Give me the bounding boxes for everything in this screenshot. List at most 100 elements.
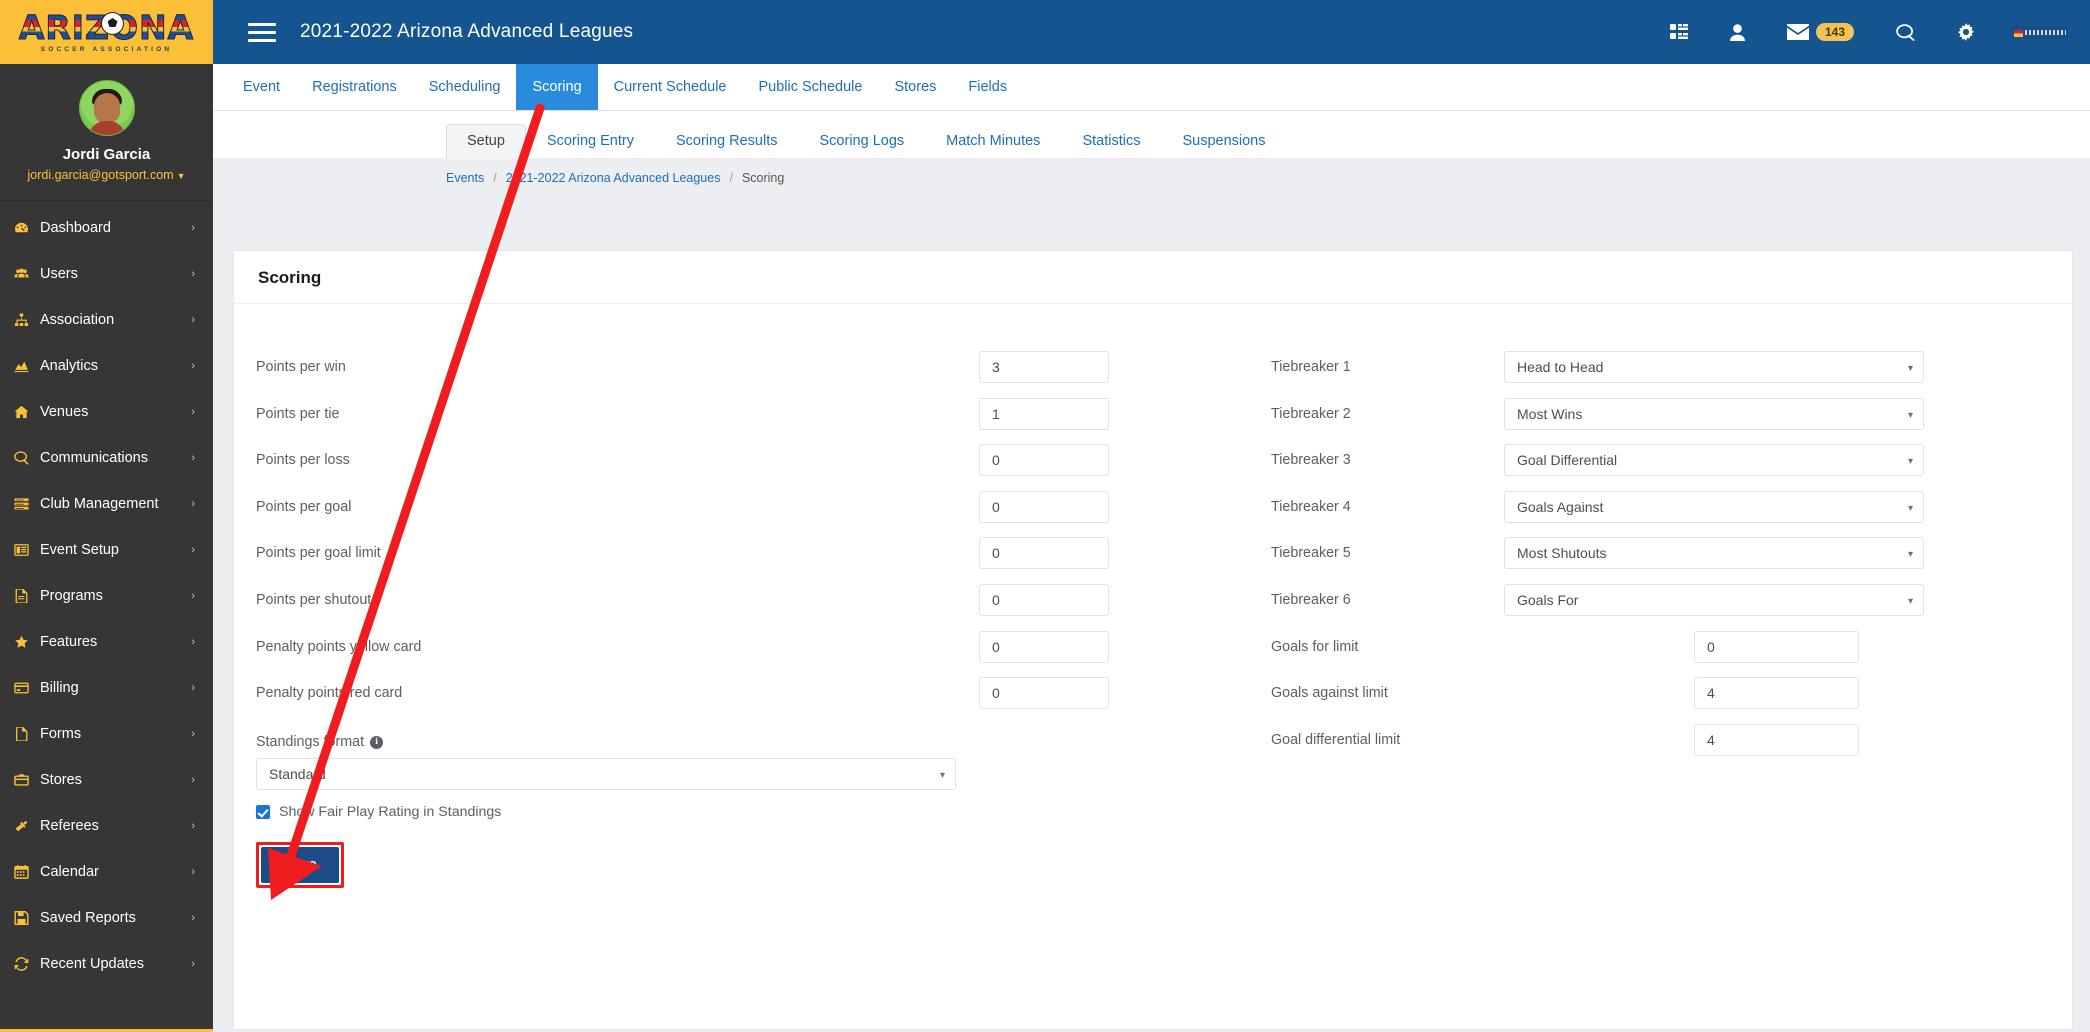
sidebar-item-event-setup[interactable]: Event Setup › [0, 527, 213, 573]
standings-format-label-text: Standings format [256, 734, 365, 750]
gear-icon[interactable] [1936, 23, 1996, 41]
gavel-icon [14, 819, 40, 833]
profile-email-text: jordi.garcia@gotsport.com [27, 168, 174, 182]
sidebar-item-dashboard[interactable]: Dashboard › [0, 205, 213, 251]
input-goal-differential-limit[interactable] [1694, 723, 1859, 756]
save-button[interactable]: Save [261, 847, 339, 883]
sidebar-item-venues[interactable]: Venues › [0, 389, 213, 435]
chevron-right-icon: › [191, 912, 195, 924]
sidebar-item-association[interactable]: Association › [0, 297, 213, 343]
brand-logo[interactable]: ARIZONA SOCCER ASSOCIATION [0, 0, 213, 64]
main-tab-event[interactable]: Event [227, 64, 296, 110]
hamburger-icon[interactable] [248, 22, 276, 42]
select-tiebreaker-6[interactable]: Goals For [1504, 584, 1924, 616]
user-icon[interactable] [1709, 23, 1766, 41]
input-points-per-tie[interactable] [979, 397, 1109, 430]
fair-play-checkbox[interactable] [256, 805, 270, 819]
sub-tab-setup[interactable]: Setup [446, 124, 526, 159]
sidebar-item-calendar[interactable]: Calendar › [0, 849, 213, 895]
label-goals-for-limit: Goals for limit [1271, 631, 1358, 663]
label-text: Goals against limit [1271, 685, 1388, 702]
input-points-per-win[interactable] [979, 351, 1109, 383]
arizona-logo-icon[interactable] [2012, 25, 2068, 39]
label-text: Penalty points yellow card [256, 638, 422, 655]
field-wrap-points-per-goal [979, 490, 1109, 523]
input-points-per-goal-limit[interactable] [979, 537, 1109, 570]
sub-tab-scoring-entry[interactable]: Scoring Entry [526, 124, 655, 159]
card-title: Scoring [258, 268, 322, 287]
input-goals-for-limit[interactable] [1694, 630, 1859, 663]
select-wrap-tiebreaker-3: Goal Differential ▾ [1504, 444, 1924, 477]
field-wrap-penalty-points-yellow-card [979, 630, 1109, 663]
info-icon[interactable]: i [370, 735, 384, 749]
select-wrap-tiebreaker-4: Goals Against ▾ [1504, 490, 1924, 523]
sidebar-item-features[interactable]: Features › [0, 619, 213, 665]
refresh-icon [14, 957, 40, 971]
main-nav-tabs: Event Registrations Scheduling Scoring Curre… [213, 64, 2090, 111]
chat-icon[interactable] [1875, 23, 1936, 41]
breadcrumb-item-0[interactable]: Events [446, 171, 484, 185]
soccer-ball-icon [100, 12, 124, 35]
sidebar-item-communications[interactable]: Communications › [0, 435, 213, 481]
chevron-right-icon: › [191, 682, 195, 694]
sidebar-item-saved-reports[interactable]: Saved Reports › [0, 895, 213, 941]
sidebar: ARIZONA SOCCER ASSOCIATION Jordi Garcia … [0, 0, 213, 1032]
sidebar-item-label: Communications [40, 450, 148, 466]
input-goals-against-limit[interactable] [1694, 677, 1859, 710]
sidebar-item-analytics[interactable]: Analytics › [0, 343, 213, 389]
mail-badge: 143 [1815, 23, 1854, 41]
profile-email-menu[interactable]: jordi.garcia@gotsport.com ▼ [0, 168, 213, 182]
sub-tab-suspensions[interactable]: Suspensions [1161, 124, 1286, 159]
input-penalty-points-red-card[interactable] [979, 677, 1109, 710]
input-points-per-shutout[interactable] [979, 584, 1109, 616]
sidebar-item-label: Stores [40, 772, 82, 788]
sidebar-item-label: Venues [40, 404, 89, 420]
avatar[interactable] [78, 80, 135, 136]
main-tab-stores[interactable]: Stores [878, 64, 952, 110]
sub-tab-match-minutes[interactable]: Match Minutes [925, 124, 1061, 159]
grid-icon[interactable] [1649, 24, 1709, 40]
mail-icon[interactable]: 143 [1766, 23, 1875, 41]
select-tiebreaker-4[interactable]: Goals Against [1504, 490, 1924, 523]
main-tab-fields[interactable]: Fields [952, 64, 1023, 110]
field-wrap-points-per-loss [979, 444, 1109, 477]
fair-play-checkbox-row[interactable]: Show Fair Play Rating in Standings [256, 804, 501, 820]
sub-tab-scoring-logs[interactable]: Scoring Logs [799, 124, 926, 159]
label-text: Points per win [256, 359, 346, 375]
card-header: Scoring [234, 251, 2072, 304]
fair-play-label: Show Fair Play Rating in Standings [279, 804, 502, 820]
save-button-highlight: Save [256, 842, 344, 888]
label-text: Tiebreaker 3 [1271, 452, 1351, 469]
input-points-per-goal[interactable] [979, 490, 1109, 523]
input-penalty-points-yellow-card[interactable] [979, 630, 1109, 663]
main-tab-scoring[interactable]: Scoring [516, 64, 598, 110]
breadcrumb-item-1[interactable]: 2021-2022 Arizona Advanced Leagues [506, 171, 721, 185]
label-goals-against-limit: Goals against limit [1271, 677, 1388, 709]
input-points-per-loss[interactable] [979, 444, 1109, 477]
field-wrap-penalty-points-red-card [979, 677, 1109, 710]
main-tab-scheduling[interactable]: Scheduling [413, 64, 517, 110]
chevron-right-icon: › [191, 774, 195, 786]
select-tiebreaker-1[interactable]: Head to Head [1504, 351, 1924, 383]
select-tiebreaker-3[interactable]: Goal Differential [1504, 444, 1924, 477]
main-tab-registrations[interactable]: Registrations [296, 64, 413, 110]
select-tiebreaker-2[interactable]: Most Wins [1504, 397, 1924, 430]
sidebar-item-forms[interactable]: Forms › [0, 711, 213, 757]
sidebar-item-billing[interactable]: Billing › [0, 665, 213, 711]
sidebar-item-referees[interactable]: Referees › [0, 803, 213, 849]
sidebar-item-stores[interactable]: Stores › [0, 757, 213, 803]
sidebar-item-recent-updates[interactable]: Recent Updates › [0, 941, 213, 987]
sidebar-item-label: Referees [40, 818, 99, 834]
sub-tab-statistics[interactable]: Statistics [1061, 124, 1161, 159]
main-tab-public-schedule[interactable]: Public Schedule [742, 64, 878, 110]
main-tab-current-schedule[interactable]: Current Schedule [598, 64, 743, 110]
sidebar-item-club-management[interactable]: Club Management › [0, 481, 213, 527]
sub-tab-scoring-results[interactable]: Scoring Results [655, 124, 799, 159]
sidebar-item-users[interactable]: Users › [0, 251, 213, 297]
sidebar-item-programs[interactable]: Programs › [0, 573, 213, 619]
select-tiebreaker-5[interactable]: Most Shutouts [1504, 537, 1924, 570]
breadcrumb: Events / 2021-2022 Arizona Advanced League… [213, 158, 2090, 198]
field-wrap-goal-differential-limit [1694, 723, 1859, 756]
standings-format-select[interactable]: Standard [256, 758, 956, 790]
file-icon [14, 727, 40, 741]
